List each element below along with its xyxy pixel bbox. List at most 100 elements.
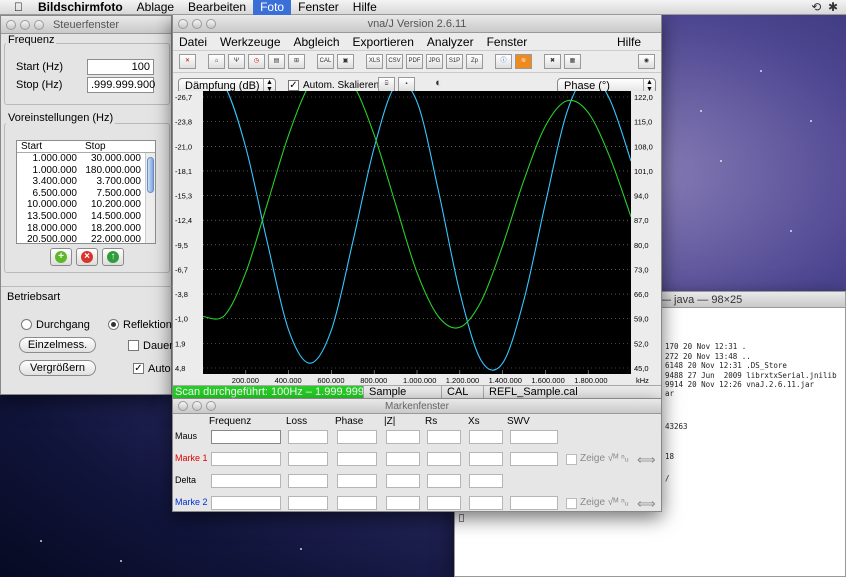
marker-value-field[interactable] bbox=[386, 496, 420, 510]
minimize-button[interactable] bbox=[192, 19, 202, 29]
vna-titlebar[interactable]: vna/J Version 2.6.11 bbox=[173, 15, 661, 33]
menu-ablage[interactable]: Ablage bbox=[130, 0, 181, 15]
zoom-button[interactable] bbox=[34, 20, 44, 30]
marker-value-field[interactable] bbox=[337, 496, 377, 510]
marker-value-field[interactable] bbox=[337, 452, 377, 466]
marker-value-field[interactable] bbox=[211, 474, 281, 488]
zoom-button[interactable] bbox=[206, 401, 216, 411]
preset-row[interactable]: 18.000.000 18.200.000 bbox=[17, 223, 155, 235]
save-preset-button[interactable]: ↑ bbox=[102, 248, 124, 266]
export-jpg-button[interactable]: JPG bbox=[426, 54, 443, 69]
export-csv-button[interactable]: CSV bbox=[386, 54, 403, 69]
marker-value-field[interactable] bbox=[427, 452, 461, 466]
time-machine-icon[interactable]: ⟲ ✱ bbox=[811, 0, 838, 15]
export-zp-button[interactable]: Zp bbox=[466, 54, 483, 69]
presets-header-start[interactable]: Start bbox=[17, 141, 81, 152]
menu-hilfe[interactable]: Hilfe bbox=[617, 35, 641, 49]
eye-icon[interactable]: ◉ bbox=[638, 54, 655, 69]
apple-icon[interactable]:  bbox=[0, 0, 31, 14]
close-button[interactable] bbox=[178, 19, 188, 29]
marker-value-field[interactable] bbox=[288, 496, 328, 510]
zoom-button[interactable] bbox=[206, 19, 216, 29]
presets-scrollbar[interactable] bbox=[145, 153, 155, 243]
marker-value-field[interactable] bbox=[337, 430, 377, 444]
delete-preset-button[interactable]: × bbox=[76, 248, 98, 266]
show-marker-checkbox[interactable] bbox=[566, 498, 577, 509]
start-frequency-field[interactable]: 100 bbox=[87, 59, 154, 75]
antenna-icon[interactable]: Ψ bbox=[228, 54, 245, 69]
calibrate-icon[interactable]: ▣ bbox=[337, 54, 354, 69]
close-button[interactable] bbox=[6, 20, 16, 30]
autoscale-checkbox[interactable]: ✓ bbox=[288, 80, 299, 91]
presets-list[interactable]: Start Stop 1.000.000 30.000.000 1.000.000 18… bbox=[16, 140, 156, 246]
minimize-button[interactable] bbox=[192, 401, 202, 411]
marker-value-field[interactable] bbox=[288, 430, 328, 444]
clock-icon[interactable]: ◷ bbox=[248, 54, 265, 69]
show-marker-checkbox[interactable] bbox=[566, 454, 577, 465]
menu-exportieren[interactable]: Exportieren bbox=[353, 35, 414, 49]
marker-value-field[interactable] bbox=[469, 496, 503, 510]
marker-value-field[interactable] bbox=[469, 474, 503, 488]
zoom-in-button[interactable]: Vergrößern bbox=[19, 360, 96, 376]
open-icon[interactable]: ⌸ bbox=[378, 77, 395, 92]
marker-value-field[interactable] bbox=[469, 452, 503, 466]
exit-icon[interactable]: ✕ bbox=[179, 54, 196, 69]
swap-arrows-icon[interactable]: ⟺ bbox=[637, 496, 656, 512]
continuous-checkbox[interactable] bbox=[128, 340, 139, 351]
marker-value-field[interactable] bbox=[211, 496, 281, 510]
swap-arrows-icon[interactable]: ⟺ bbox=[637, 452, 656, 468]
measurement-chart[interactable]: 4,8 45,0 1,9 52,0 -1,0 59,0 -3,8 66,0 -6,7 73,0 -9… bbox=[173, 91, 661, 387]
marker-value-field[interactable] bbox=[386, 474, 420, 488]
presets-header-stop[interactable]: Stop bbox=[81, 141, 145, 152]
calibration-button[interactable]: CAL bbox=[317, 54, 334, 69]
marker-value-field[interactable] bbox=[211, 430, 281, 444]
menu-bearbeiten[interactable]: Bearbeiten bbox=[181, 0, 253, 15]
mode-transmission-radio[interactable] bbox=[21, 319, 32, 330]
menu-werkzeuge[interactable]: Werkzeuge bbox=[220, 35, 280, 49]
mode-reflection-radio[interactable] bbox=[108, 319, 119, 330]
menu-datei[interactable]: Datei bbox=[179, 35, 207, 49]
menu-fenster[interactable]: Fenster bbox=[291, 0, 346, 15]
preset-row[interactable]: 1.000.000 180.000.000 bbox=[17, 165, 155, 177]
printer-icon[interactable]: ▤ bbox=[268, 54, 285, 69]
marker-icon[interactable]: ◐ bbox=[430, 77, 447, 92]
settings-icon[interactable]: ✖ bbox=[544, 54, 561, 69]
preset-row[interactable]: 10.000.000 10.200.000 bbox=[17, 199, 155, 211]
menu-hilfe[interactable]: Hilfe bbox=[346, 0, 384, 15]
marker-value-field[interactable] bbox=[386, 452, 420, 466]
marker-titlebar[interactable]: Markenfenster bbox=[173, 399, 661, 414]
single-measure-button[interactable]: Einzelmess. bbox=[19, 337, 96, 353]
marker-value-field[interactable] bbox=[469, 430, 503, 444]
marker-value-field[interactable] bbox=[427, 474, 461, 488]
marker-value-field[interactable] bbox=[510, 496, 558, 510]
marker-value-field[interactable] bbox=[427, 430, 461, 444]
menu-fenster[interactable]: Fenster bbox=[487, 35, 528, 49]
preset-row[interactable]: 13.500.000 14.500.000 bbox=[17, 211, 155, 223]
menu-app-name[interactable]: Bildschirmfoto bbox=[31, 0, 130, 15]
preset-row[interactable]: 3.400.000 3.700.000 bbox=[17, 176, 155, 188]
info-icon[interactable]: ⓘ bbox=[495, 54, 512, 69]
auto-checkbox[interactable]: ✓ bbox=[133, 363, 144, 374]
menu-foto[interactable]: Foto bbox=[253, 0, 292, 15]
marker-value-field[interactable] bbox=[211, 452, 281, 466]
export-s1p-button[interactable]: S1P bbox=[446, 54, 463, 69]
network-icon[interactable]: ⊞ bbox=[288, 54, 305, 69]
minimize-button[interactable] bbox=[20, 20, 30, 30]
close-button[interactable] bbox=[178, 401, 188, 411]
menu-abgleich[interactable]: Abgleich bbox=[294, 35, 340, 49]
marker-value-field[interactable] bbox=[288, 474, 328, 488]
add-preset-button[interactable]: + bbox=[50, 248, 72, 266]
export-xls-button[interactable]: XLS bbox=[366, 54, 383, 69]
export-pdf-button[interactable]: PDF bbox=[406, 54, 423, 69]
marker-value-field[interactable] bbox=[288, 452, 328, 466]
marker-value-field[interactable] bbox=[510, 452, 558, 466]
rss-icon[interactable]: ≋ bbox=[515, 54, 532, 69]
save-icon[interactable]: ▪ bbox=[398, 77, 415, 92]
stop-frequency-field[interactable]: .999.999.900 bbox=[87, 77, 155, 93]
control-window-titlebar[interactable]: Steuerfenster bbox=[1, 16, 171, 34]
marker-value-field[interactable] bbox=[386, 430, 420, 444]
grid-icon[interactable]: ▦ bbox=[564, 54, 581, 69]
preset-row[interactable]: 20.500.000 22.000.000 bbox=[17, 234, 155, 246]
menu-analyzer[interactable]: Analyzer bbox=[427, 35, 474, 49]
preset-row[interactable]: 6.500.000 7.500.000 bbox=[17, 188, 155, 200]
